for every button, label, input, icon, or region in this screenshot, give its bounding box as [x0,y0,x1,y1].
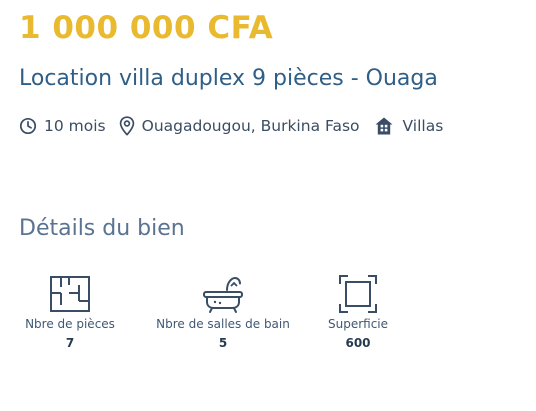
map-pin-icon [119,116,135,136]
meta-category: Villas [360,116,444,136]
meta-location: Ouagadougou, Burkina Faso [106,116,360,136]
feature-bathrooms-value: 5 [218,336,228,350]
meta-duration-text: 10 mois [44,117,106,135]
feature-rooms-label: Nbre de pièces [25,317,115,331]
feature-area: Superficie 600 [320,273,396,350]
house-icon [374,116,394,136]
clock-icon [19,117,37,135]
details-section-title: Détails du bien [19,216,185,241]
feature-bathrooms-label: Nbre de salles de bain [156,317,290,331]
listing-title: Location villa duplex 9 pièces - Ouaga [19,66,438,91]
meta-duration: 10 mois [19,117,106,135]
meta-location-text: Ouagadougou, Burkina Faso [141,117,360,135]
floor-plan-icon [16,273,124,315]
bathtub-icon [146,273,300,315]
listing-meta: 10 mois Ouagadougou, Burkina Faso Villas [19,116,443,136]
area-frame-icon [320,273,396,315]
feature-area-value: 600 [345,336,371,350]
listing-price: 1 000 000 CFA [19,10,274,46]
feature-rooms: Nbre de pièces 7 [16,273,124,350]
feature-bathrooms: Nbre de salles de bain 5 [146,273,300,350]
feature-rooms-value: 7 [65,336,75,350]
feature-area-label: Superficie [327,317,389,331]
meta-category-text: Villas [402,117,444,135]
